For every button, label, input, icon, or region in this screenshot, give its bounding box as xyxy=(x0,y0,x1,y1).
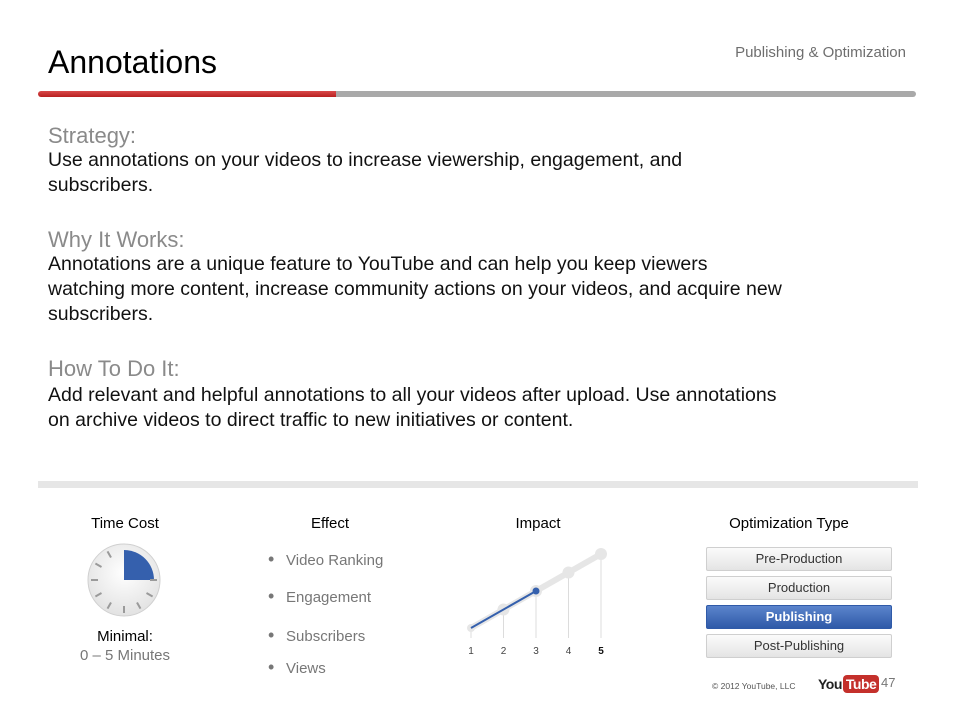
effect-title: Effect xyxy=(310,515,350,532)
optimization-title: Optimization Type xyxy=(729,515,849,532)
impact-scale-label: 3 xyxy=(533,646,539,657)
impact-scale-graphic: 1 2 3 4 5 xyxy=(467,548,607,657)
clock-icon xyxy=(87,543,161,617)
title-underline-progress xyxy=(38,91,338,97)
impact-scale-label: 5 xyxy=(598,646,604,657)
impact-value-point xyxy=(532,587,540,595)
copyright: © 2012 YouTube, LLC xyxy=(712,681,796,691)
youtube-logo: You Tube xyxy=(818,675,880,693)
optimization-type-pre-production: Pre-Production xyxy=(706,547,892,571)
why-heading: Why It Works: xyxy=(48,227,185,252)
section-label: Publishing & Optimization xyxy=(735,44,906,61)
effect-item: • Video Ranking xyxy=(268,549,384,569)
effect-item: • Engagement xyxy=(268,586,372,606)
optimization-type-publishing: Publishing xyxy=(706,605,892,629)
impact-scale-label: 2 xyxy=(501,646,507,657)
time-cost-level: Minimal: xyxy=(97,628,153,645)
effect-item: • Subscribers xyxy=(268,625,366,645)
title-underline-track xyxy=(336,91,916,97)
why-text: Annotations are a unique feature to YouT… xyxy=(48,253,782,325)
impact-scale-label: 4 xyxy=(566,646,572,657)
impact-title: Impact xyxy=(515,515,561,532)
page-number: 47 xyxy=(881,675,896,690)
optimization-type-list: Pre-Production Production Publishing Post-P… xyxy=(706,547,892,663)
page-title: Annotations xyxy=(48,44,218,80)
effect-item: • Views xyxy=(268,657,326,677)
divider xyxy=(38,481,918,488)
optimization-type-post-publishing: Post-Publishing xyxy=(706,634,892,658)
strategy-text: Use annotations on your videos to increa… xyxy=(48,149,683,196)
impact-point xyxy=(595,548,607,560)
strategy-heading: Strategy: xyxy=(48,123,137,148)
time-cost-title: Time Cost xyxy=(91,515,159,532)
impact-scale-label: 1 xyxy=(468,646,474,657)
how-text: Add relevant and helpful annotations to … xyxy=(48,384,777,431)
impact-point xyxy=(562,566,575,579)
optimization-type-production: Production xyxy=(706,576,892,600)
time-cost-range: 0 – 5 Minutes xyxy=(79,647,171,664)
how-heading: How To Do It: xyxy=(48,356,180,381)
